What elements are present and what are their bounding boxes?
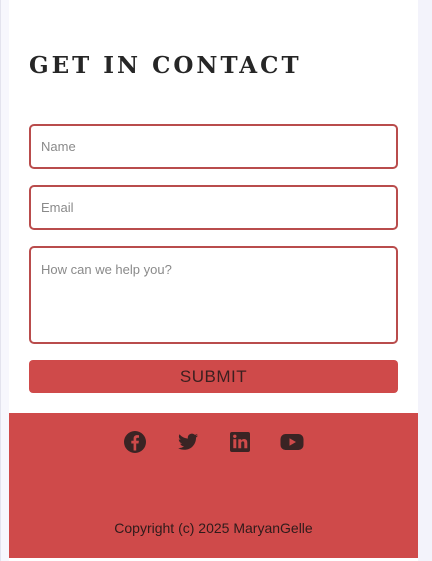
- youtube-icon[interactable]: [279, 429, 305, 455]
- page-gutter: [418, 0, 432, 561]
- name-field[interactable]: [29, 124, 398, 169]
- linkedin-icon[interactable]: [227, 429, 253, 455]
- page-title: GET IN CONTACT: [29, 52, 302, 79]
- email-field[interactable]: [29, 185, 398, 230]
- message-field[interactable]: [29, 246, 398, 344]
- submit-button[interactable]: SUBMIT: [29, 360, 398, 393]
- copyright-text: Copyright (c) 2025 MaryanGelle: [114, 520, 313, 536]
- facebook-icon[interactable]: [122, 429, 148, 455]
- footer: Copyright (c) 2025 MaryanGelle: [9, 413, 418, 558]
- twitter-icon[interactable]: [175, 429, 201, 455]
- page: GET IN CONTACT SUBMIT: [0, 0, 432, 561]
- page-edge: [0, 0, 1, 561]
